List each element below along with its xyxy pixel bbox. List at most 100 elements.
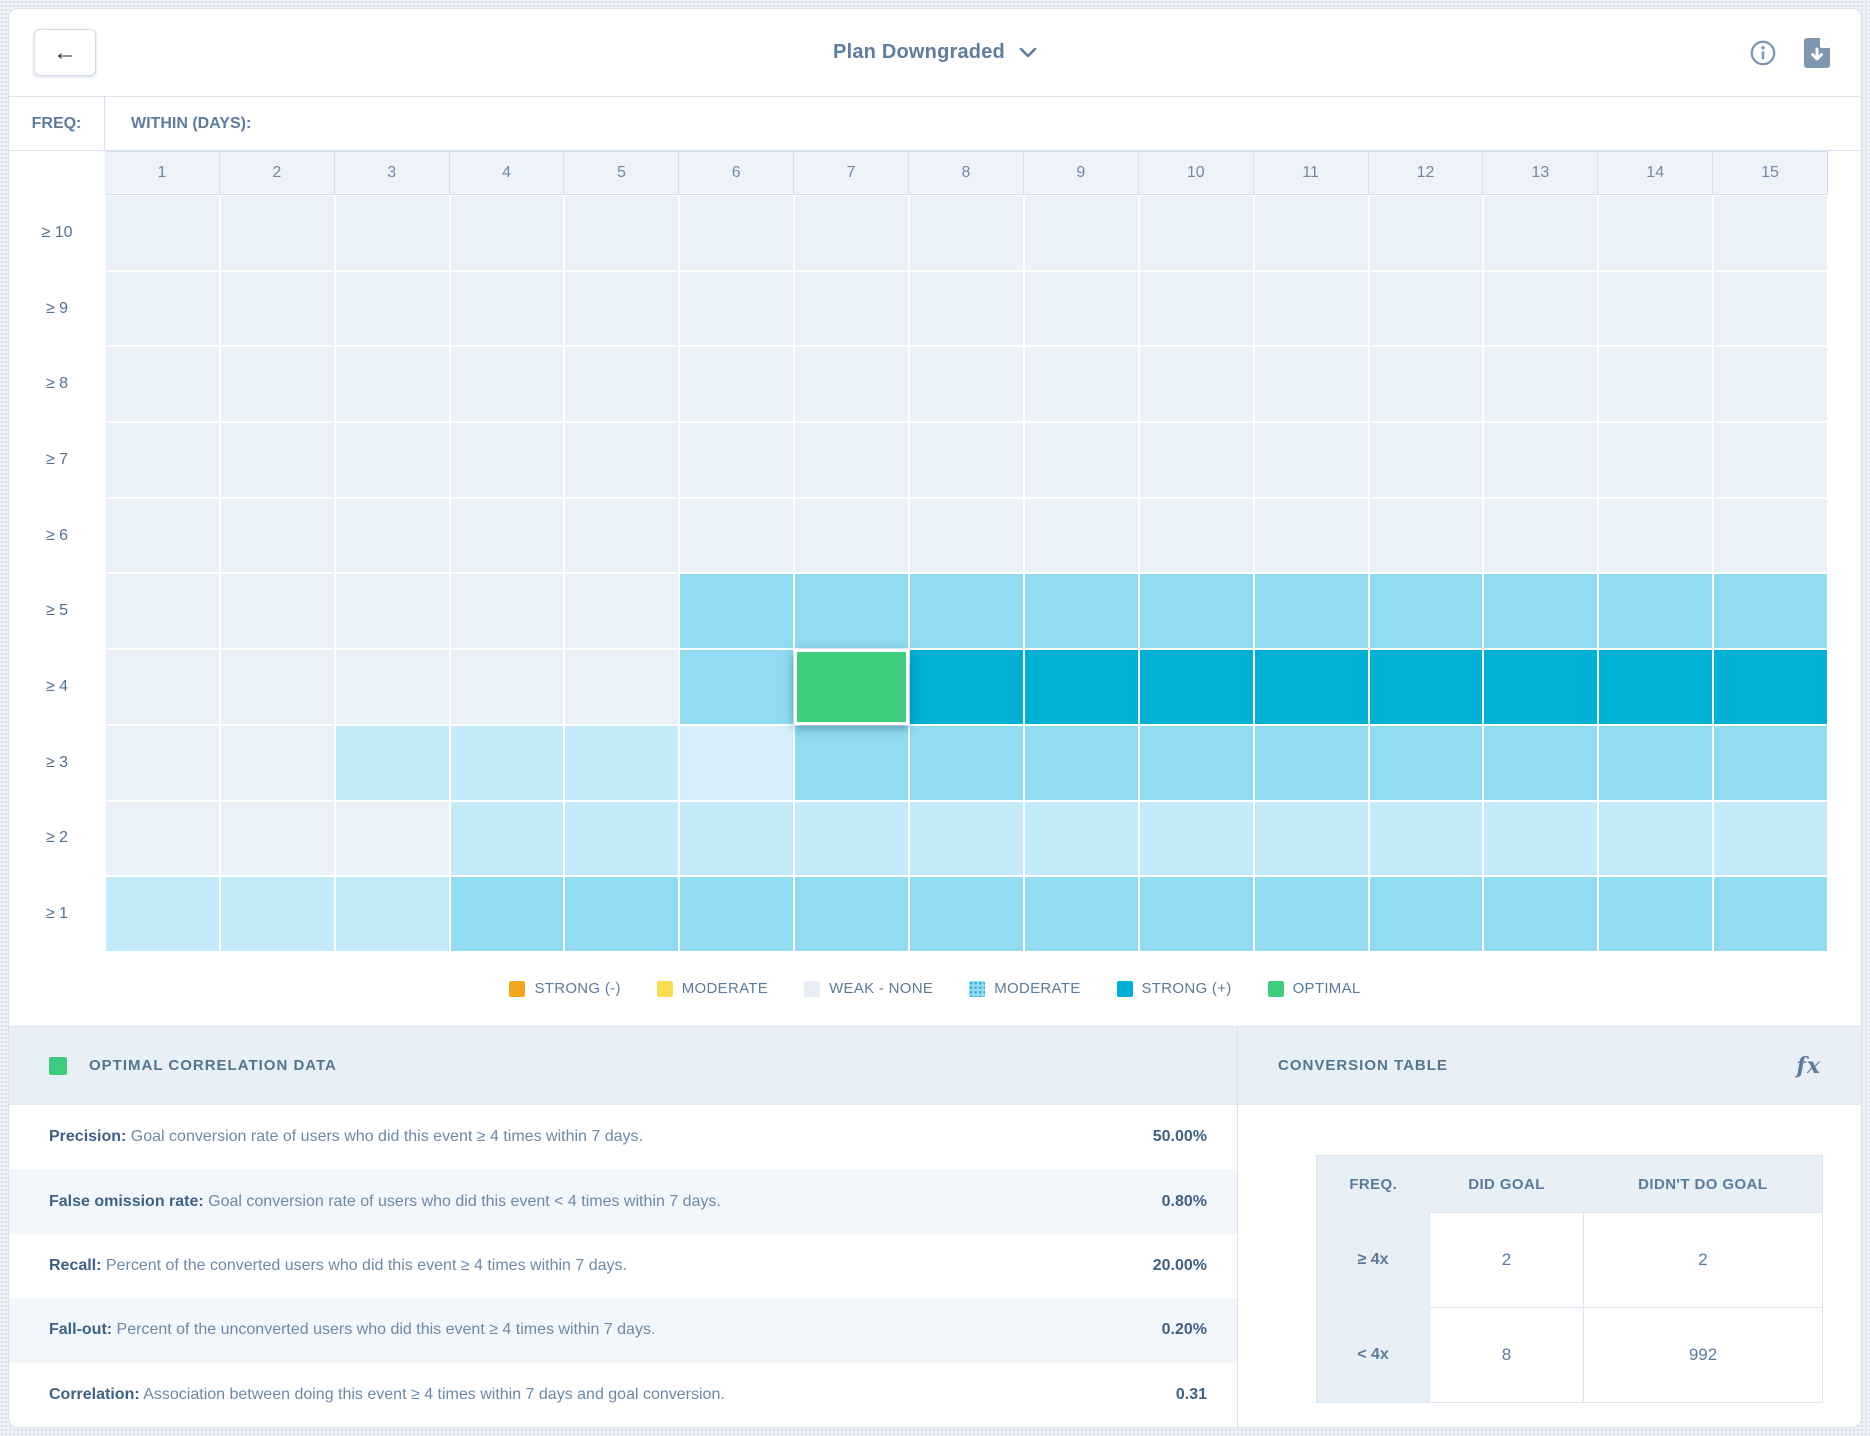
heatmap-cell[interactable] xyxy=(679,422,794,498)
heatmap-cell[interactable] xyxy=(1483,573,1598,649)
heatmap-cell[interactable] xyxy=(105,649,220,725)
heatmap-cell[interactable] xyxy=(1598,498,1713,574)
heatmap-cell[interactable] xyxy=(1139,725,1254,801)
heatmap-cell[interactable] xyxy=(1254,725,1369,801)
heatmap-cell[interactable] xyxy=(1598,573,1713,649)
heatmap-cell[interactable] xyxy=(1713,725,1828,801)
heatmap-cell[interactable] xyxy=(1369,422,1484,498)
heatmap-cell[interactable] xyxy=(335,573,450,649)
heatmap-cell[interactable] xyxy=(335,876,450,952)
heatmap-cell[interactable] xyxy=(1713,876,1828,952)
heatmap-cell[interactable] xyxy=(1713,422,1828,498)
heatmap-cell[interactable] xyxy=(564,346,679,422)
heatmap-cell[interactable] xyxy=(220,271,335,347)
formula-fx-icon[interactable]: fx xyxy=(1796,1053,1821,1079)
heatmap-cell[interactable] xyxy=(909,422,1024,498)
heatmap-cell[interactable] xyxy=(450,876,565,952)
heatmap-cell[interactable] xyxy=(1254,649,1369,725)
heatmap-cell[interactable] xyxy=(1024,573,1139,649)
download-icon[interactable] xyxy=(1803,37,1831,69)
heatmap-cell[interactable] xyxy=(1024,195,1139,271)
heatmap-cell[interactable] xyxy=(794,271,909,347)
heatmap-cell[interactable] xyxy=(1254,271,1369,347)
heatmap-cell[interactable] xyxy=(1024,498,1139,574)
heatmap-cell[interactable] xyxy=(1139,801,1254,877)
heatmap-cell[interactable] xyxy=(909,801,1024,877)
heatmap-cell[interactable] xyxy=(335,498,450,574)
heatmap-cell[interactable] xyxy=(909,346,1024,422)
heatmap-cell[interactable] xyxy=(909,573,1024,649)
heatmap-cell[interactable] xyxy=(1713,271,1828,347)
heatmap-cell[interactable] xyxy=(105,876,220,952)
heatmap-cell[interactable] xyxy=(335,801,450,877)
heatmap-cell[interactable] xyxy=(1598,876,1713,952)
heatmap-cell[interactable] xyxy=(1369,346,1484,422)
heatmap-cell[interactable] xyxy=(564,195,679,271)
heatmap-cell[interactable] xyxy=(450,195,565,271)
heatmap-cell[interactable] xyxy=(794,422,909,498)
heatmap-cell[interactable] xyxy=(679,498,794,574)
heatmap-cell[interactable] xyxy=(105,195,220,271)
heatmap-cell[interactable] xyxy=(1369,498,1484,574)
heatmap-cell[interactable] xyxy=(909,195,1024,271)
heatmap-cell[interactable] xyxy=(1024,649,1139,725)
heatmap-cell[interactable] xyxy=(679,195,794,271)
heatmap-cell[interactable] xyxy=(105,271,220,347)
heatmap-cell[interactable] xyxy=(1598,195,1713,271)
heatmap-cell[interactable] xyxy=(1369,801,1484,877)
heatmap-cell[interactable] xyxy=(1713,498,1828,574)
heatmap-cell[interactable] xyxy=(794,346,909,422)
heatmap-cell[interactable] xyxy=(1483,725,1598,801)
heatmap-cell[interactable] xyxy=(1139,876,1254,952)
heatmap-cell[interactable] xyxy=(1024,271,1139,347)
heatmap-cell[interactable] xyxy=(564,725,679,801)
heatmap-cell[interactable] xyxy=(1254,801,1369,877)
heatmap-cell[interactable] xyxy=(1713,573,1828,649)
heatmap-cell[interactable] xyxy=(794,498,909,574)
heatmap-cell[interactable] xyxy=(1369,271,1484,347)
heatmap-cell[interactable] xyxy=(335,346,450,422)
heatmap-cell[interactable] xyxy=(1483,422,1598,498)
heatmap-cell[interactable] xyxy=(450,271,565,347)
heatmap-cell[interactable] xyxy=(909,876,1024,952)
heatmap-cell[interactable] xyxy=(679,876,794,952)
heatmap-cell[interactable] xyxy=(1483,346,1598,422)
info-icon[interactable] xyxy=(1749,39,1777,67)
heatmap-cell[interactable] xyxy=(1254,346,1369,422)
heatmap-cell[interactable] xyxy=(1483,801,1598,877)
heatmap-cell[interactable] xyxy=(1598,801,1713,877)
heatmap-cell[interactable] xyxy=(1254,422,1369,498)
title-dropdown[interactable]: Plan Downgraded xyxy=(833,41,1037,64)
heatmap-cell[interactable] xyxy=(909,725,1024,801)
heatmap-cell[interactable] xyxy=(105,346,220,422)
heatmap-cell[interactable] xyxy=(679,346,794,422)
heatmap-cell[interactable] xyxy=(679,271,794,347)
heatmap-cell[interactable] xyxy=(564,573,679,649)
heatmap-cell[interactable] xyxy=(220,498,335,574)
heatmap-cell[interactable] xyxy=(564,271,679,347)
heatmap-cell[interactable] xyxy=(1369,649,1484,725)
heatmap-cell[interactable] xyxy=(220,801,335,877)
heatmap-cell[interactable] xyxy=(1254,876,1369,952)
heatmap-cell[interactable] xyxy=(220,876,335,952)
heatmap-cell[interactable] xyxy=(450,422,565,498)
heatmap-cell[interactable] xyxy=(1369,725,1484,801)
heatmap-cell[interactable] xyxy=(564,876,679,952)
heatmap-cell[interactable] xyxy=(335,271,450,347)
heatmap-cell[interactable] xyxy=(220,346,335,422)
heatmap-cell[interactable] xyxy=(1369,573,1484,649)
heatmap-cell[interactable] xyxy=(450,346,565,422)
heatmap-cell[interactable] xyxy=(794,195,909,271)
heatmap-cell[interactable] xyxy=(1483,649,1598,725)
heatmap-cell[interactable] xyxy=(335,422,450,498)
heatmap-cell[interactable] xyxy=(335,649,450,725)
heatmap-cell[interactable] xyxy=(1024,346,1139,422)
heatmap-cell[interactable] xyxy=(679,801,794,877)
heatmap-cell[interactable] xyxy=(564,422,679,498)
heatmap-cell[interactable] xyxy=(1139,573,1254,649)
heatmap-cell[interactable] xyxy=(1024,422,1139,498)
heatmap-cell[interactable] xyxy=(450,649,565,725)
heatmap-cell[interactable] xyxy=(335,195,450,271)
heatmap-cell[interactable] xyxy=(1598,346,1713,422)
heatmap-cell[interactable] xyxy=(1369,876,1484,952)
